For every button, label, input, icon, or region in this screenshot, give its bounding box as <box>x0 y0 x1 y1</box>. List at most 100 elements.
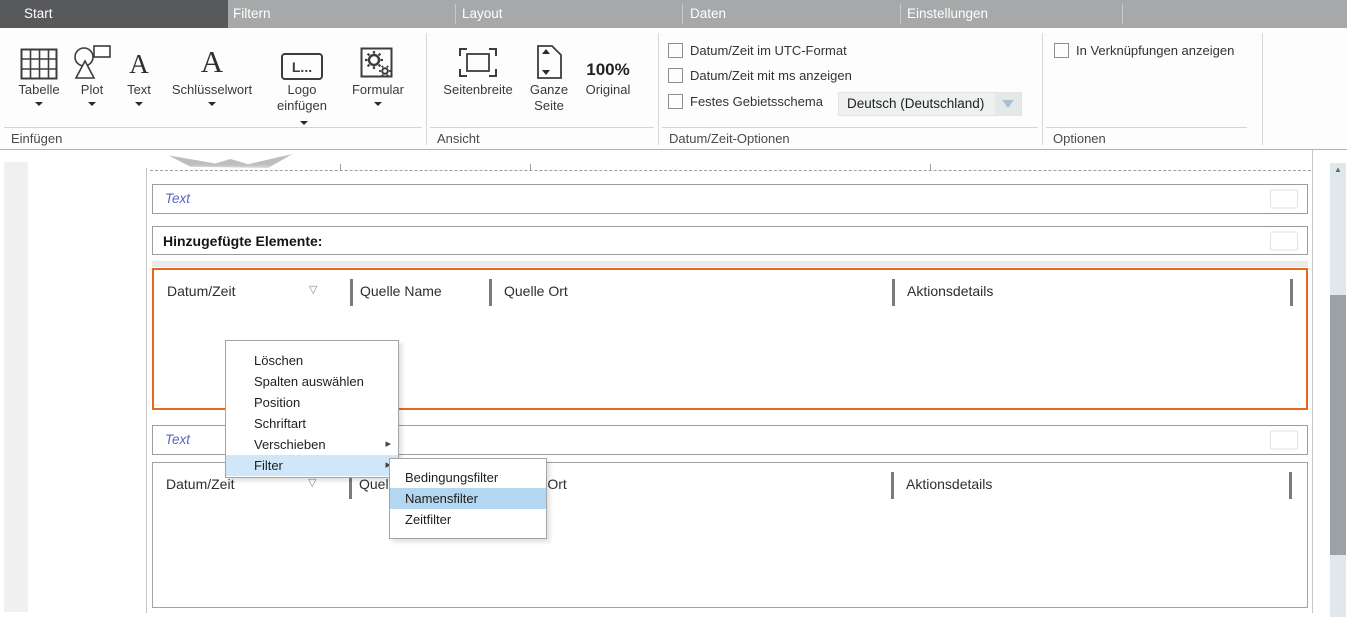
checkbox-label: Festes Gebietsschema <box>690 94 823 109</box>
locale-dropdown-value: Deutsch (Deutschland) <box>847 96 984 111</box>
ms-checkbox-row: Datum/Zeit mit ms anzeigen <box>668 68 852 83</box>
column-header-aktionsdetails[interactable]: Aktionsdetails <box>907 283 993 299</box>
column-divider[interactable] <box>489 279 492 306</box>
utc-checkbox-row: Datum/Zeit im UTC-Format <box>668 43 847 58</box>
scrollbar-up-arrow[interactable]: ▲ <box>1330 165 1346 174</box>
text-block-label: Text <box>165 191 190 206</box>
button-label: Original <box>576 82 640 98</box>
dashed-border-tick <box>340 164 341 171</box>
text-letter-icon: A <box>116 36 162 82</box>
tab-start[interactable]: Start <box>0 0 228 28</box>
column-divider[interactable] <box>892 279 895 306</box>
column-divider[interactable] <box>1290 279 1293 306</box>
german-flag-icon <box>1271 232 1297 249</box>
dropdown-arrow-zone[interactable] <box>995 93 1021 115</box>
group-label-optionen: Optionen <box>1046 127 1247 149</box>
verknuepfungen-checkbox[interactable] <box>1054 43 1069 58</box>
menu-item-position[interactable]: Position <box>226 392 398 413</box>
tab-divider <box>1122 4 1123 24</box>
group-label-text: Datum/Zeit-Optionen <box>669 131 790 146</box>
column-header-datumzeit[interactable]: Datum/Zeit <box>166 476 234 492</box>
column-divider[interactable] <box>891 472 894 499</box>
menu-item-label: Zeitfilter <box>405 512 451 527</box>
plot-button[interactable]: Plot <box>70 36 114 106</box>
menu-item-label: Verschieben <box>254 437 326 452</box>
context-menu: Löschen Spalten auswählen Position Schri… <box>225 340 399 478</box>
button-label: Seitenbreite <box>434 82 522 98</box>
submenu-item-bedingungsfilter[interactable]: Bedingungsfilter <box>390 467 546 488</box>
text-button[interactable]: A Text <box>116 36 162 106</box>
column-dropdown-icon[interactable]: ▽ <box>309 283 317 296</box>
tab-einstellungen[interactable]: Einstellungen <box>902 0 1122 28</box>
button-label: Logo einfügen <box>262 82 342 114</box>
group-label-datumzeit: Datum/Zeit-Optionen <box>662 127 1038 149</box>
full-page-icon <box>524 36 574 82</box>
schluesselwort-button[interactable]: A Schlüsselwort <box>162 36 262 106</box>
chevron-down-icon <box>300 121 308 125</box>
menu-item-label: Löschen <box>254 353 303 368</box>
menu-item-schriftart[interactable]: Schriftart <box>226 413 398 434</box>
group-label-ansicht: Ansicht <box>430 127 654 149</box>
german-flag-icon <box>1271 432 1297 449</box>
column-header-datumzeit[interactable]: Datum/Zeit <box>167 283 235 299</box>
chevron-down-icon <box>208 102 216 106</box>
text-block-label: Text <box>165 432 190 447</box>
menu-item-label: Schriftart <box>254 416 306 431</box>
group-divider <box>426 33 427 145</box>
ms-checkbox[interactable] <box>668 68 683 83</box>
logo-icon-text: L... <box>292 59 312 75</box>
checkbox-label: In Verknüpfungen anzeigen <box>1076 43 1234 58</box>
tab-label: Filtern <box>233 0 271 28</box>
menu-item-label: Spalten auswählen <box>254 374 364 389</box>
vertical-scrollbar-thumb[interactable] <box>1330 295 1346 555</box>
group-label-text: Optionen <box>1053 131 1106 146</box>
menu-item-label: Bedingungsfilter <box>405 470 498 485</box>
form-gears-icon <box>342 36 414 82</box>
menu-item-loeschen[interactable]: Löschen <box>226 350 398 371</box>
column-header-quelle-name[interactable]: Quelle Name <box>360 283 442 299</box>
formular-button[interactable]: Formular <box>342 36 414 106</box>
column-divider[interactable] <box>1289 472 1292 499</box>
ganze-seite-button[interactable]: Ganze Seite <box>524 36 574 114</box>
ribbon-tab-bar: Start Filtern Layout Daten Einstellungen <box>0 0 1347 28</box>
tab-layout[interactable]: Layout <box>456 0 682 28</box>
menu-item-spalten-auswaehlen[interactable]: Spalten auswählen <box>226 371 398 392</box>
column-divider[interactable] <box>350 279 353 306</box>
heading-block[interactable]: Hinzugefügte Elemente: <box>152 226 1308 255</box>
button-label: Text <box>116 82 162 98</box>
menu-item-filter[interactable]: Filter ▸ <box>226 455 398 476</box>
logo-einfuegen-button[interactable]: L... Logo einfügen <box>262 36 342 129</box>
column-header-aktionsdetails[interactable]: Aktionsdetails <box>906 476 992 492</box>
event-table-2[interactable]: Datum/Zeit ▽ Quelle Name Quelle Ort Akti… <box>152 462 1308 608</box>
logo-icon: L... <box>262 36 342 82</box>
column-header-quelle-ort[interactable]: Quelle Ort <box>504 283 568 299</box>
button-label: Ganze Seite <box>524 82 574 114</box>
tab-filtern[interactable]: Filtern <box>228 0 455 28</box>
gebietsschema-checkbox[interactable] <box>668 94 683 109</box>
menu-item-label: Namensfilter <box>405 491 478 506</box>
group-divider <box>1262 33 1263 145</box>
original-100-button[interactable]: 100% Original <box>576 36 640 98</box>
button-label: Plot <box>70 82 114 98</box>
document-canvas: Text Hinzugefügte Elemente: Datum/Zeit ▽… <box>0 150 1347 617</box>
submenu-item-zeitfilter[interactable]: Zeitfilter <box>390 509 546 530</box>
tab-daten[interactable]: Daten <box>684 0 900 28</box>
page-right-edge <box>1312 150 1313 613</box>
group-label-text: Einfügen <box>11 131 62 146</box>
menu-item-label: Position <box>254 395 300 410</box>
menu-item-label: Filter <box>254 458 283 473</box>
tab-label: Daten <box>690 0 726 28</box>
utc-checkbox[interactable] <box>668 43 683 58</box>
seitenbreite-button[interactable]: Seitenbreite <box>434 36 522 98</box>
element-dashed-border <box>150 170 1311 171</box>
partial-logo-smudge <box>168 153 293 168</box>
locale-dropdown[interactable]: Deutsch (Deutschland) <box>838 92 1022 116</box>
keyword-letter-icon: A <box>162 36 262 82</box>
button-label: Schlüsselwort <box>162 82 262 98</box>
submenu-item-namensfilter[interactable]: Namensfilter <box>390 488 546 509</box>
menu-item-verschieben[interactable]: Verschieben ▸ <box>226 434 398 455</box>
text-block-1[interactable]: Text <box>152 184 1308 214</box>
tabelle-button[interactable]: Tabelle <box>8 36 70 106</box>
button-label: Tabelle <box>8 82 70 98</box>
button-label: Formular <box>342 82 414 98</box>
